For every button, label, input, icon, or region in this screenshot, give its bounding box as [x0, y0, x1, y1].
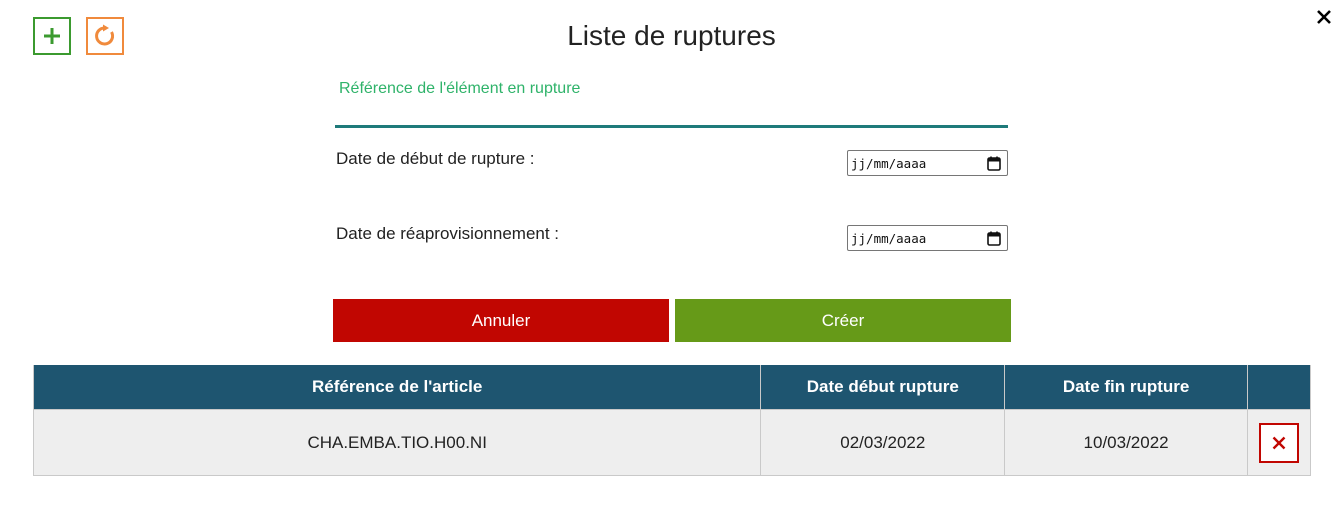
restock-date-row: Date de réaprovisionnement : jj/mm/aaaa — [336, 224, 1008, 254]
create-button[interactable]: Créer — [675, 299, 1011, 342]
calendar-icon[interactable] — [987, 231, 1001, 246]
restock-date-placeholder: jj/mm/aaaa — [851, 230, 927, 246]
column-header-reference[interactable]: Référence de l'article — [32, 365, 762, 410]
delete-x-icon — [1272, 436, 1286, 450]
reference-input[interactable] — [335, 99, 1012, 123]
reference-label: Référence de l'élément en rupture — [339, 80, 581, 97]
restock-date-label: Date de réaprovisionnement : — [336, 224, 560, 243]
column-header-actions — [1247, 365, 1311, 410]
table-header-row: Référence de l'article Date début ruptur… — [32, 365, 1311, 410]
close-button[interactable] — [1313, 6, 1335, 28]
close-icon — [1317, 10, 1331, 24]
start-date-label: Date de début de rupture : — [336, 149, 535, 168]
cell-reference: CHA.EMBA.TIO.H00.NI — [32, 409, 762, 476]
cell-actions — [1247, 409, 1311, 476]
calendar-icon[interactable] — [987, 156, 1001, 171]
page-title: Liste de ruptures — [567, 20, 776, 51]
ruptures-table: Référence de l'article Date début ruptur… — [32, 365, 1311, 476]
ruptures-page: Liste de ruptures Référence de l'élément… — [0, 0, 1343, 508]
cancel-button[interactable]: Annuler — [333, 299, 669, 342]
start-date-input[interactable]: jj/mm/aaaa — [847, 150, 1008, 176]
delete-button[interactable] — [1259, 422, 1299, 463]
cell-end-date: 10/03/2022 — [1004, 409, 1248, 476]
column-header-start-date[interactable]: Date début rupture — [760, 365, 1006, 410]
start-date-placeholder: jj/mm/aaaa — [851, 155, 927, 171]
start-date-row: Date de début de rupture : jj/mm/aaaa — [336, 149, 1008, 179]
restock-date-input[interactable]: jj/mm/aaaa — [847, 225, 1008, 251]
reference-field: Référence de l'élément en rupture — [335, 78, 1012, 128]
table-row: CHA.EMBA.TIO.H00.NI 02/03/2022 10/03/202… — [32, 409, 1311, 476]
cell-start-date: 02/03/2022 — [760, 409, 1006, 476]
column-header-end-date[interactable]: Date fin rupture — [1004, 365, 1248, 410]
